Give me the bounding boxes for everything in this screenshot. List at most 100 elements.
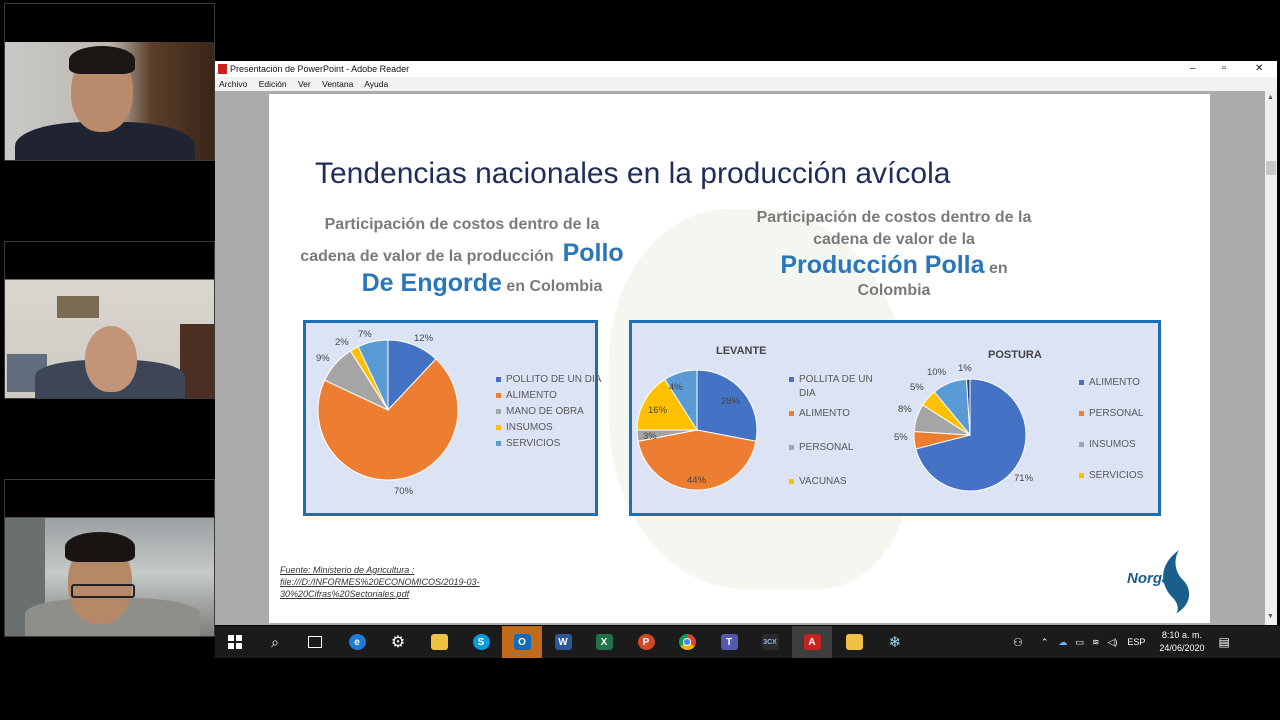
legend-item: PERSONAL <box>789 442 853 453</box>
taskbar-chrome[interactable] <box>667 626 707 658</box>
windows-taskbar: ⌕ e ⚙ S O W X P T 3CX A ❄ ⚇ ⌃ ☁ ▭ ≋ ◁) E… <box>215 626 1280 658</box>
chevron-up-icon[interactable]: ⌃ <box>1041 637 1049 648</box>
slide-title: Tendencias nacionales en la producción a… <box>315 157 951 190</box>
legend-item: POLLITA DE UN DIA <box>789 373 873 401</box>
logo-text: Norgas <box>1127 570 1179 587</box>
pie-chart-postura <box>913 378 1027 492</box>
window-title: Presentación de PowerPoint - Adobe Reade… <box>230 64 410 74</box>
pie-chart-levante <box>636 369 758 491</box>
taskbar-excel[interactable]: X <box>584 626 624 658</box>
people-icon[interactable]: ⚇ <box>1013 636 1023 649</box>
taskbar-teams[interactable]: T <box>709 626 749 658</box>
search-button[interactable]: ⌕ <box>255 626 295 658</box>
folder-icon <box>430 634 448 650</box>
pct-label: 3% <box>643 431 657 442</box>
excel-icon: X <box>595 634 613 650</box>
scroll-up-icon[interactable]: ▲ <box>1267 94 1274 101</box>
legend-item: ALIMENTO <box>496 390 557 401</box>
system-tray: ⚇ ⌃ ☁ ▭ ≋ ◁) ESP 8:10 a. m. 24/06/2020 ▤ <box>1013 626 1230 658</box>
pdf-app-icon <box>218 64 227 74</box>
menu-ayuda[interactable]: Ayuda <box>364 79 388 89</box>
pct-label: 44% <box>687 475 707 486</box>
teams-icon: T <box>720 634 738 650</box>
levante-title: LEVANTE <box>716 345 767 357</box>
edge-icon: e <box>348 634 366 650</box>
menu-archivo[interactable]: Archivo <box>219 79 247 89</box>
taskbar-skype[interactable]: S <box>461 626 501 658</box>
notifications-icon[interactable]: ▤ <box>1218 635 1229 649</box>
wifi-icon[interactable]: ≋ <box>1092 637 1100 648</box>
pct-label: 2% <box>335 337 349 348</box>
pct-label: 10% <box>927 367 947 378</box>
legend-item: ALIMENTO <box>1079 377 1140 388</box>
pct-label: 28% <box>721 396 741 407</box>
language-indicator[interactable]: ESP <box>1127 637 1145 647</box>
3cx-icon: 3CX <box>761 634 779 650</box>
left-heading: Participación de costos dentro de la cad… <box>300 216 624 297</box>
participant-video-1[interactable] <box>4 3 215 161</box>
task-view-button[interactable] <box>295 626 335 658</box>
onedrive-icon[interactable]: ☁ <box>1058 637 1067 648</box>
norgas-logo: Norgas <box>1127 546 1195 616</box>
taskbar-adobe-reader[interactable]: A <box>792 626 832 658</box>
chart-pollo-engorde: 12% 70% 9% 2% 7% POLLITO DE UN DIA ALIME… <box>303 320 601 516</box>
pct-label: 8% <box>898 404 912 415</box>
participant-video-2[interactable] <box>4 241 215 399</box>
menu-ventana[interactable]: Ventana <box>322 79 353 89</box>
pct-label: 5% <box>894 432 908 443</box>
right-heading: Participación de costos dentro de la cad… <box>756 209 1032 299</box>
pct-label: 1% <box>958 363 972 374</box>
taskbar-powerpoint[interactable]: P <box>626 626 666 658</box>
pct-label: 9% <box>316 353 330 364</box>
windows-logo-icon <box>228 635 242 649</box>
close-button[interactable]: ✕ <box>1255 63 1263 74</box>
vertical-scrollbar[interactable]: ▲ ▼ <box>1265 91 1277 625</box>
taskbar-outlook[interactable]: O <box>502 626 542 658</box>
chart-polla: LEVANTE 28% 44% 3% 16% 4% POLLITA DE UN D… <box>629 320 1161 516</box>
skype-icon: S <box>472 634 490 650</box>
taskbar-snowflake-app[interactable]: ❄ <box>875 626 915 658</box>
outlook-icon: O <box>513 634 531 650</box>
clock[interactable]: 8:10 a. m. 24/06/2020 <box>1159 629 1204 655</box>
pct-label: 5% <box>910 382 924 393</box>
legend-item: ALIMENTO <box>789 408 850 419</box>
minimize-button[interactable]: – <box>1190 63 1196 74</box>
pct-label: 12% <box>414 333 434 344</box>
pie-chart-pollo <box>317 339 459 481</box>
taskbar-word[interactable]: W <box>543 626 583 658</box>
pct-label: 7% <box>358 329 372 340</box>
legend-item: VACUNAS <box>789 476 847 487</box>
start-button[interactable] <box>215 626 255 658</box>
taskbar-settings[interactable]: ⚙ <box>378 626 418 658</box>
adobe-reader-icon: A <box>803 634 821 650</box>
battery-icon[interactable]: ▭ <box>1075 637 1084 648</box>
powerpoint-icon: P <box>637 634 655 650</box>
taskbar-edge[interactable]: e <box>337 626 377 658</box>
legend-item: POLLITO DE UN DIA <box>496 374 601 385</box>
taskbar-file-explorer[interactable] <box>419 626 459 658</box>
legend-item: MANO DE OBRA <box>496 406 584 417</box>
pct-label: 16% <box>648 405 668 416</box>
taskbar-3cx[interactable]: 3CX <box>750 626 790 658</box>
menu-edicion[interactable]: Edición <box>259 79 287 89</box>
legend-item: INSUMOS <box>496 422 553 433</box>
search-icon: ⌕ <box>271 633 279 650</box>
window-titlebar: Presentación de PowerPoint - Adobe Reade… <box>215 61 1277 77</box>
snowflake-icon: ❄ <box>888 634 902 651</box>
folder-icon <box>845 634 863 650</box>
taskbar-folder[interactable] <box>834 626 874 658</box>
participant-video-3[interactable] <box>4 479 215 637</box>
pct-label: 4% <box>669 382 683 393</box>
pct-label: 70% <box>394 486 414 497</box>
gear-icon: ⚙ <box>390 634 406 651</box>
chrome-icon <box>678 634 696 650</box>
menu-ver[interactable]: Ver <box>298 79 311 89</box>
scroll-thumb[interactable] <box>1266 161 1276 175</box>
volume-icon[interactable]: ◁) <box>1107 637 1117 648</box>
word-icon: W <box>554 634 572 650</box>
source-note[interactable]: Fuente: Ministerio de Agricultura : file… <box>280 564 480 600</box>
postura-title: POSTURA <box>988 349 1042 361</box>
maximize-button[interactable]: ▫ <box>1222 62 1226 74</box>
scroll-down-icon[interactable]: ▼ <box>1267 613 1274 620</box>
menu-bar: Archivo Edición Ver Ventana Ayuda <box>215 77 1277 91</box>
